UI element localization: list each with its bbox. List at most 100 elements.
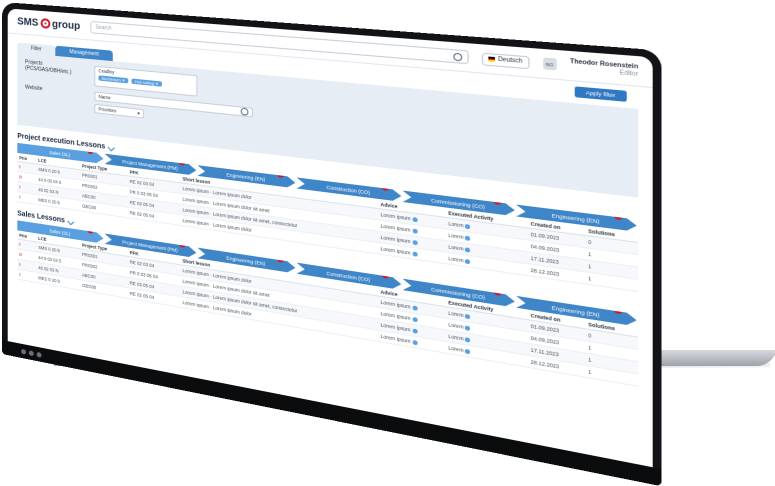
info-icon[interactable] bbox=[465, 258, 471, 265]
info-icon[interactable] bbox=[412, 328, 418, 334]
table-cell: Lorem bbox=[445, 306, 528, 332]
stage-count-badge: 3 bbox=[276, 171, 283, 178]
projects-multiselect[interactable]: Cradley Aluminium ✕ Hot rolling ✕ bbox=[94, 65, 198, 97]
table-row[interactable]: ! MES 0 20 b GBG00 RE 02 05 04 Lorem ipsum ·… bbox=[17, 269, 639, 387]
info-icon[interactable] bbox=[465, 235, 471, 241]
info-icon[interactable] bbox=[412, 316, 418, 323]
stage-label: Construction (CO) bbox=[326, 269, 371, 283]
stage-1[interactable]: Project Management (PM) 2 bbox=[105, 234, 197, 259]
search-icon[interactable] bbox=[240, 107, 249, 116]
stage-0[interactable]: Sales (SL) 1 bbox=[17, 220, 103, 243]
stage-label: Construction (CO) bbox=[326, 183, 371, 196]
table-row[interactable]: ! 46 02 03 N ABC00 RE 03 05 04 Lorem ipsum ·… bbox=[17, 181, 639, 280]
laptop-dots bbox=[21, 348, 42, 358]
column-header[interactable]: Advice bbox=[378, 287, 446, 307]
tab-management[interactable]: Management bbox=[55, 45, 114, 62]
column-header[interactable]: Prio bbox=[17, 153, 37, 164]
priority-cell: !! bbox=[17, 248, 37, 263]
column-header[interactable]: LCE bbox=[36, 234, 80, 249]
apply-filter-button[interactable]: Apply filter bbox=[574, 86, 627, 102]
table-cell: 0 bbox=[585, 235, 639, 255]
stage-2[interactable]: Engineering (EN) 3 bbox=[197, 248, 295, 274]
table-cell: Lorem ipsum · Lorem ipsum dolor bbox=[180, 296, 379, 342]
stage-4[interactable]: Commissioning (CO) 5 bbox=[403, 191, 515, 217]
column-header[interactable]: LCE bbox=[36, 156, 80, 170]
info-icon[interactable] bbox=[465, 247, 471, 253]
stage-2[interactable]: Engineering (EN) 3 bbox=[197, 165, 295, 188]
table-cell: 44 0 03 04 5 bbox=[36, 174, 80, 191]
column-header[interactable]: Prio bbox=[17, 231, 37, 242]
info-icon[interactable] bbox=[412, 305, 418, 311]
projects-label-text: Projects bbox=[25, 59, 43, 67]
stage-5[interactable]: Engineering (EN) 6 bbox=[516, 205, 637, 232]
info-icon[interactable] bbox=[412, 216, 418, 223]
pencil-icon[interactable] bbox=[107, 144, 115, 152]
column-header[interactable]: Solutions bbox=[585, 319, 639, 338]
avatar[interactable]: SG bbox=[542, 57, 557, 71]
chip-hot-rolling[interactable]: Hot rolling ✕ bbox=[131, 78, 162, 87]
table-row[interactable]: ! SMS 0 20 b PR0301 RE 02 03 04 Lorem ipsum … bbox=[17, 161, 639, 255]
search-input[interactable]: Search bbox=[90, 20, 470, 65]
table-cell: Lorem ipsum bbox=[378, 295, 446, 319]
column-header[interactable]: Created on bbox=[527, 219, 586, 236]
info-icon[interactable] bbox=[412, 228, 418, 234]
column-header[interactable]: Solutions bbox=[585, 226, 639, 243]
info-icon[interactable] bbox=[465, 337, 471, 343]
stage-label: Project Management (PM) bbox=[122, 158, 178, 171]
user-info[interactable]: Theodor Rosenstein Editor bbox=[570, 58, 638, 78]
stage-count-badge: 6 bbox=[613, 212, 622, 220]
pencil-icon[interactable] bbox=[66, 218, 74, 226]
table-header-row: Prio LCE Project Type PFK Short lesson Advice… bbox=[17, 153, 639, 243]
language-select[interactable]: Deutsch bbox=[482, 51, 530, 69]
priority-select[interactable]: Priorities ▾ bbox=[94, 103, 144, 119]
table-row[interactable]: !! 44 0 03 04 5 PR0302 PR 0 03 05 04 Lorem i… bbox=[17, 171, 639, 268]
column-header[interactable]: Executed Activity bbox=[445, 208, 528, 229]
column-header[interactable]: PFK bbox=[127, 168, 181, 183]
column-header[interactable]: Project Type bbox=[79, 161, 128, 176]
column-header[interactable]: Project Type bbox=[79, 241, 128, 257]
stage-3[interactable]: Construction (CO) 4 bbox=[297, 177, 402, 201]
info-icon[interactable] bbox=[412, 339, 418, 346]
user-role: Editor bbox=[619, 69, 639, 79]
column-header[interactable]: Executed Activity bbox=[445, 297, 528, 320]
column-header[interactable]: PFK bbox=[127, 248, 181, 265]
table-cell: RE 02 03 04 bbox=[127, 175, 181, 194]
chip-aluminium[interactable]: Aluminium ✕ bbox=[98, 75, 129, 84]
logo[interactable]: SMS group bbox=[17, 16, 80, 32]
column-header[interactable]: Short lesson bbox=[180, 174, 379, 209]
stage-label: Engineering (EN) bbox=[551, 304, 600, 318]
table-cell: PR0302 bbox=[79, 179, 128, 197]
table-cell: ABC00 bbox=[79, 190, 128, 208]
info-icon[interactable] bbox=[465, 223, 471, 230]
table-cell: MES 0 20 b bbox=[36, 194, 80, 211]
table-row[interactable]: ! MES 0 20 b GBG00 RE 02 05 04 Lorem ipsum ·… bbox=[17, 191, 639, 292]
column-header[interactable]: Short lesson bbox=[180, 256, 379, 296]
info-icon[interactable] bbox=[465, 313, 471, 320]
stage-count-badge: 4 bbox=[381, 271, 388, 279]
table-cell: Lorem ipsum · Lorem ipsum dolor bbox=[180, 182, 379, 220]
info-icon[interactable] bbox=[412, 251, 418, 257]
stage-count-badge: 5 bbox=[493, 197, 501, 205]
laptop-bezel: SMS group Search Deutsch SG Theodor Rose… bbox=[2, 2, 662, 486]
priority-cell: ! bbox=[17, 191, 37, 205]
table-cell: GBG00 bbox=[79, 200, 128, 218]
stage-1[interactable]: Project Management (PM) 2 bbox=[105, 154, 197, 176]
stage-count-badge: 5 bbox=[493, 288, 501, 296]
info-icon[interactable] bbox=[412, 239, 418, 246]
tab-filter[interactable]: Filter bbox=[17, 42, 56, 56]
stage-4[interactable]: Commissioning (CO) 5 bbox=[403, 279, 515, 308]
stage-5[interactable]: Engineering (EN) 6 bbox=[516, 296, 637, 327]
table-cell: 28.12.2023 bbox=[527, 263, 586, 284]
column-header[interactable]: Advice bbox=[378, 200, 446, 218]
column-header[interactable]: Created on bbox=[527, 310, 586, 329]
table-cell: 0 bbox=[585, 328, 639, 350]
stage-count-badge: 3 bbox=[276, 255, 283, 263]
stage-0[interactable]: Sales (SL) 1 bbox=[17, 143, 103, 164]
search-icon[interactable] bbox=[453, 52, 463, 61]
table-row[interactable]: !! 44 0 03 04 5 PR0302 PR 0 03 05 04 Lorem i… bbox=[17, 248, 639, 362]
info-icon[interactable] bbox=[465, 325, 471, 331]
stage-3[interactable]: Construction (CO) 4 bbox=[297, 263, 402, 290]
website-input[interactable]: Name bbox=[94, 91, 254, 118]
table-row[interactable]: ! SMS 0 20 b PR0301 RE 02 03 04 Lorem ipsum … bbox=[17, 238, 639, 350]
table-cell: Lorem ipsum · Lorem ipsum dolor sit amet… bbox=[180, 204, 379, 243]
